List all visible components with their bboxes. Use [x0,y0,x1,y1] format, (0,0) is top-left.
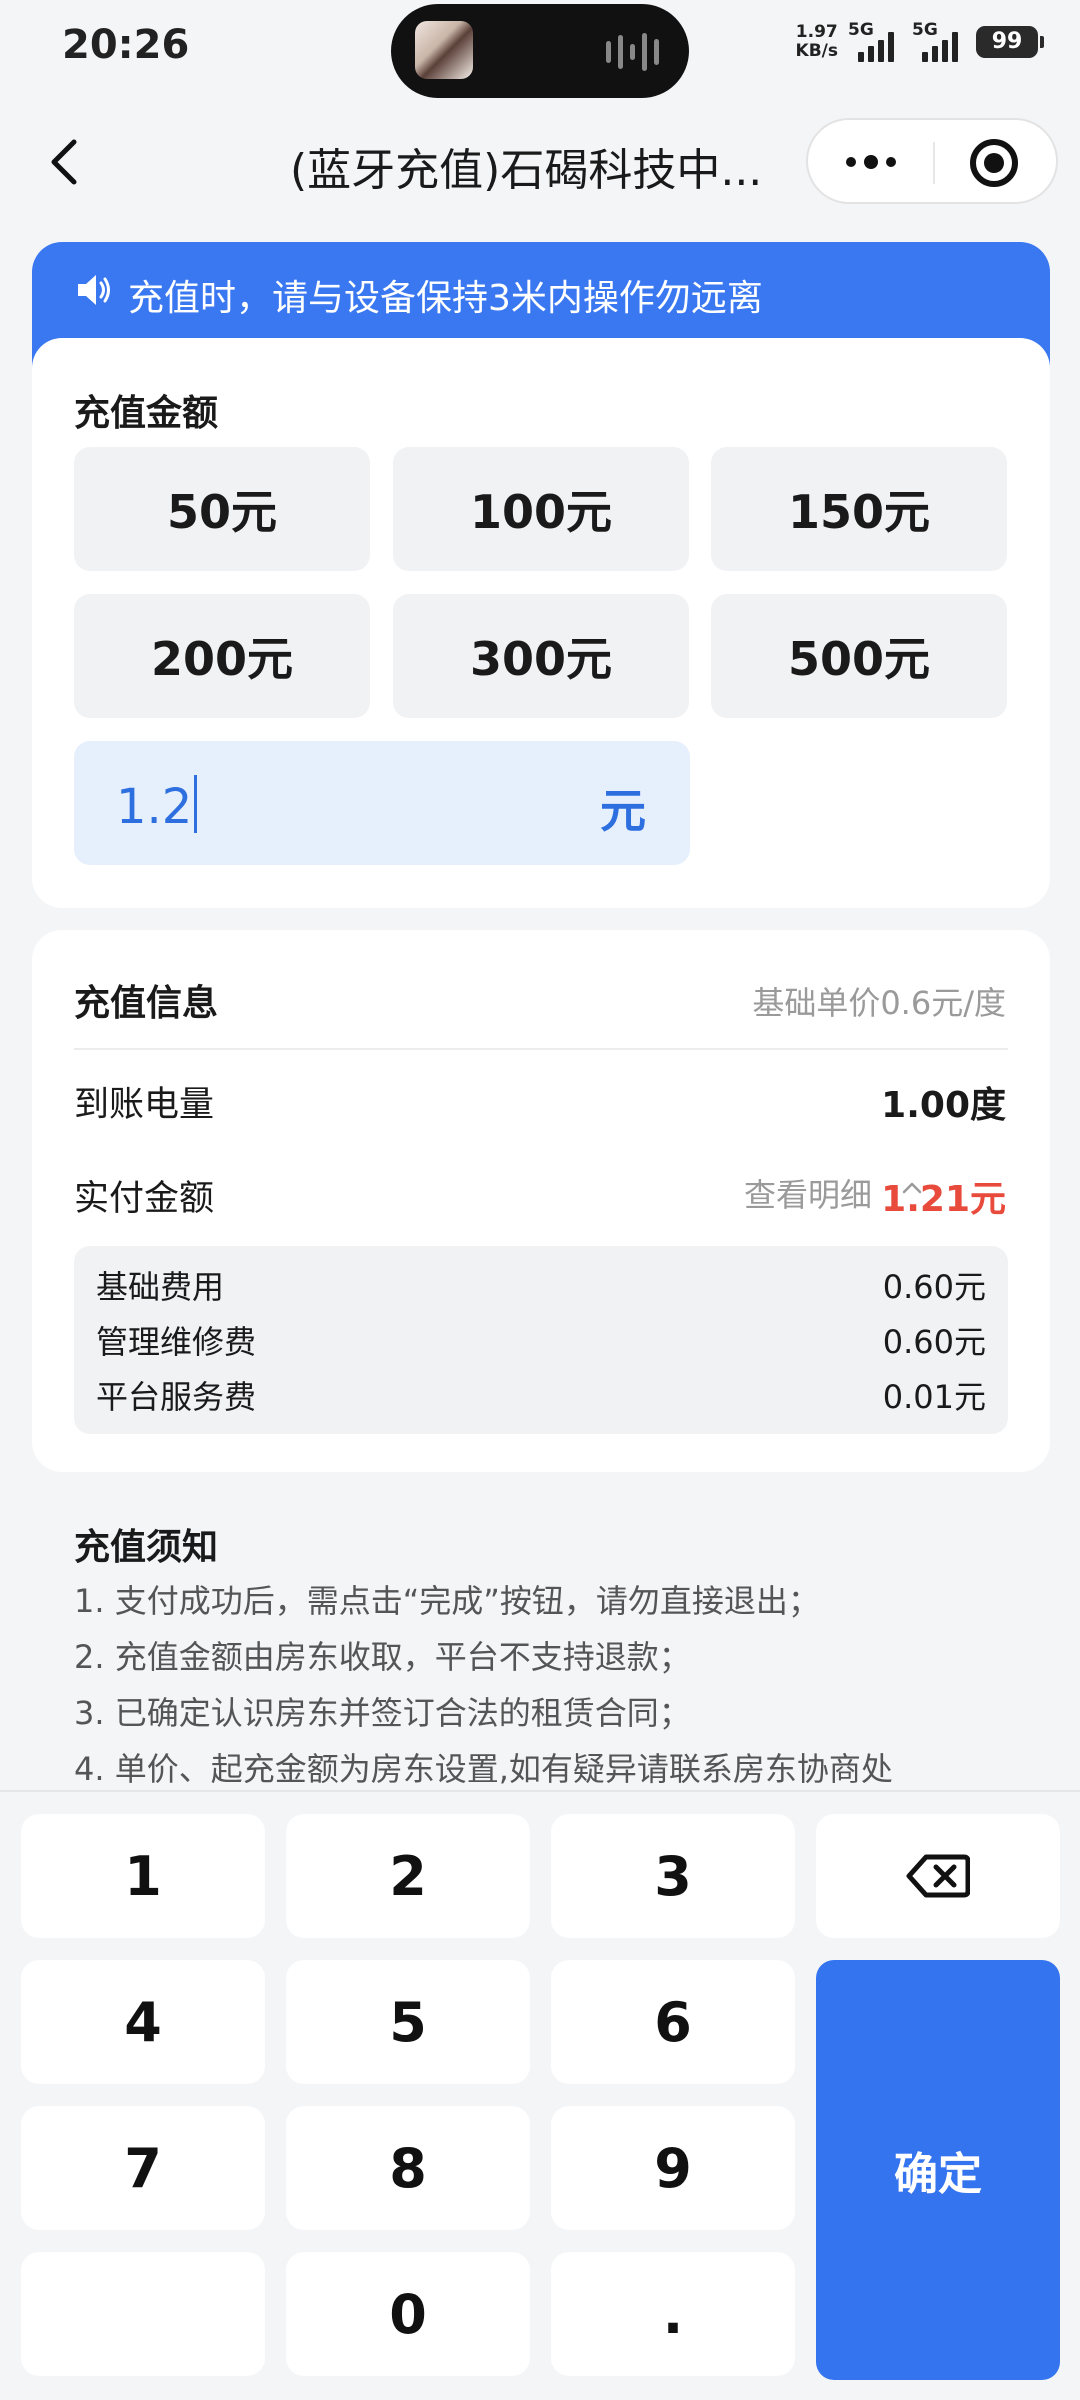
recharge-info-card: 充值信息 基础单价0.6元/度 到账电量 1.00度 实付金额 查看明细 1.2… [32,930,1050,1472]
signal-icon: 5G [912,20,966,62]
key-blank [21,2252,265,2376]
amount-option-150[interactable]: 150元 [711,447,1007,571]
key-0[interactable]: 0 [286,2252,530,2376]
fee-label: 管理维修费 [96,1323,257,1361]
confirm-button[interactable]: 确定 [816,1960,1060,2380]
amount-option-200[interactable]: 200元 [74,594,370,718]
paid-label: 实付金额 [74,1179,215,1219]
key-5[interactable]: 5 [286,1960,530,2084]
key-2[interactable]: 2 [286,1814,530,1938]
backspace-button[interactable] [816,1814,1060,1938]
energy-value: 1.00度 [881,1085,1006,1126]
info-title: 充值信息 [74,983,219,1024]
paid-amount: 1.21元 [881,1179,1006,1220]
fee-value: 0.01元 [882,1378,986,1416]
key-7[interactable]: 7 [21,2106,265,2230]
amount-card: 充值金额 50元 100元 150元 200元 300元 500元 1.2 元 [32,338,1050,908]
amount-option-500[interactable]: 500元 [711,594,1007,718]
speaker-icon [78,275,110,305]
divider [74,1048,1008,1050]
custom-amount-value: 1.2 [116,775,198,835]
chevron-left-icon [51,139,77,185]
note-item: 4. 单价、起充金额为房东设置,如有疑异请联系房东协商处 [74,1750,893,1788]
fee-breakdown: 基础费用 0.60元 管理维修费 0.60元 平台服务费 0.01元 [74,1246,1008,1434]
key-3[interactable]: 3 [551,1814,795,1938]
audio-wave-icon [606,32,659,72]
signal-icon: 5G [848,20,902,62]
dynamic-island[interactable] [391,4,689,98]
status-indicators: 1.97 KB/s 5G 5G 99 [795,20,1044,62]
key-9[interactable]: 9 [551,2106,795,2230]
navigation-bar: (蓝牙充值)石碣科技中... [0,110,1080,214]
status-time: 20:26 [62,22,190,68]
note-item: 3. 已确定认识房东并签订合法的租赁合同； [74,1694,691,1732]
battery-icon: 99 [976,26,1044,58]
back-button[interactable] [34,130,98,194]
custom-amount-unit: 元 [600,784,646,838]
backspace-icon [906,1854,970,1898]
notice-text: 充值时，请与设备保持3米内操作勿远离 [128,278,763,319]
custom-amount-input[interactable]: 1.2 元 [74,741,690,865]
more-button[interactable] [840,140,902,184]
key-1[interactable]: 1 [21,1814,265,1938]
fee-value: 0.60元 [882,1268,986,1306]
key-4[interactable]: 4 [21,1960,265,2084]
mini-program-capsule [806,118,1058,204]
note-item: 1. 支付成功后，需点击“完成”按钮，请勿直接退出； [74,1582,820,1620]
note-item: 2. 充值金额由房东收取，平台不支持退款； [74,1638,691,1676]
page-title: (蓝牙充值)石碣科技中... [290,145,763,196]
notes-title: 充值须知 [74,1527,219,1568]
fee-value: 0.60元 [882,1323,986,1361]
fee-label: 基础费用 [96,1268,225,1306]
numeric-keypad: 1 2 3 4 5 6 7 8 9 0 . 确定 [0,1790,1080,2400]
key-8[interactable]: 8 [286,2106,530,2230]
status-bar: 20:26 1.97 KB/s 5G 5G 99 [0,0,1080,110]
network-speed: 1.97 KB/s [795,22,838,61]
key-6[interactable]: 6 [551,1960,795,2084]
view-detail-link[interactable]: 查看明细 [744,1170,872,1216]
unit-price: 基础单价0.6元/度 [752,984,1006,1022]
key-dot[interactable]: . [551,2252,795,2376]
amount-label: 充值金额 [74,393,219,434]
energy-label: 到账电量 [74,1085,215,1125]
capsule-divider [933,142,935,184]
amount-option-100[interactable]: 100元 [393,447,689,571]
amount-option-300[interactable]: 300元 [393,594,689,718]
media-thumbnail [415,21,473,79]
text-caret [194,775,198,833]
close-mini-program-button[interactable] [970,139,1018,187]
amount-option-50[interactable]: 50元 [74,447,370,571]
fee-label: 平台服务费 [96,1378,257,1416]
